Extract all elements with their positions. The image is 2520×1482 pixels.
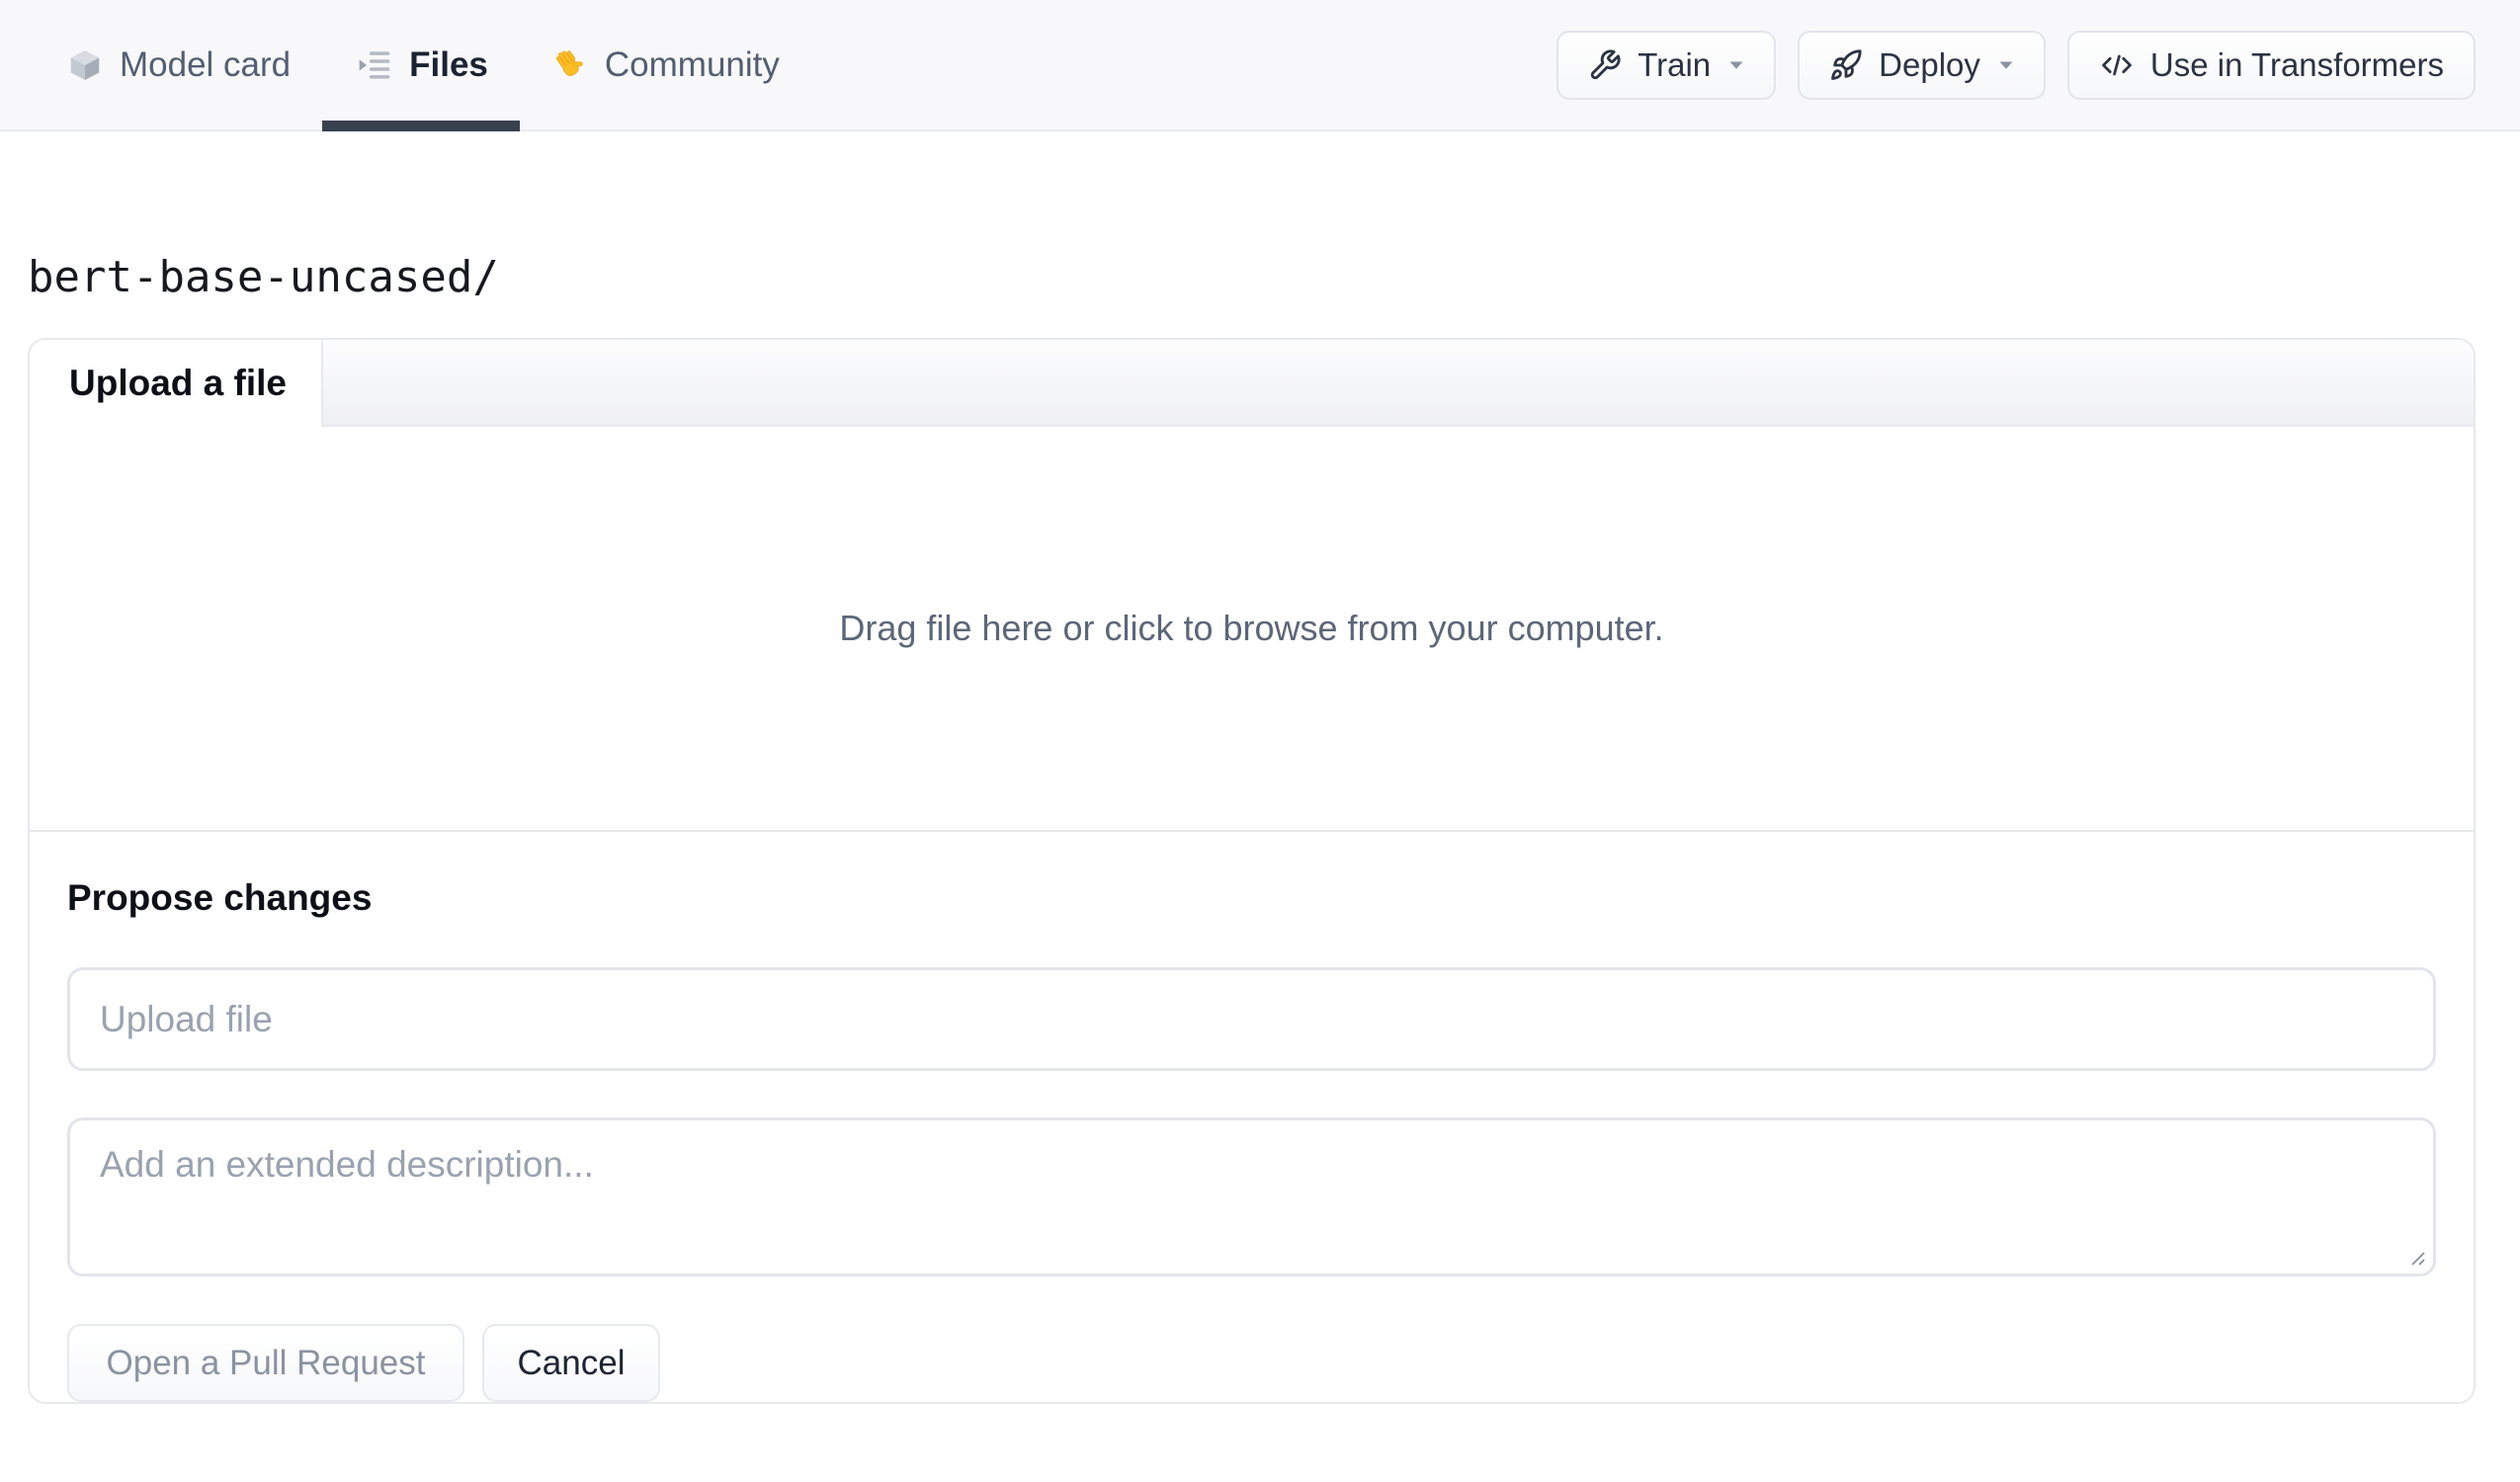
file-versions-icon (354, 45, 393, 85)
cancel-button[interactable]: Cancel (482, 1324, 660, 1402)
upload-file-input[interactable] (67, 967, 2436, 1071)
tab-upload-a-file[interactable]: Upload a file (30, 340, 323, 427)
propose-actions-row: Open a Pull Request Cancel (67, 1324, 2436, 1402)
tab-files[interactable]: Files (322, 0, 520, 131)
active-tab-underline (322, 121, 520, 131)
rocket-icon (1829, 48, 1863, 82)
waving-hand-icon (551, 46, 589, 84)
caret-down-icon (1998, 60, 2014, 70)
description-field-wrap (67, 1117, 2436, 1276)
tab-community-label: Community (604, 44, 780, 84)
cancel-label: Cancel (517, 1343, 626, 1382)
tab-files-label: Files (409, 44, 488, 84)
repo-nav: Model card Files Community Train Deploy … (0, 0, 2520, 131)
code-icon (2099, 47, 2135, 83)
deploy-button-label: Deploy (1879, 45, 1980, 83)
cube-icon (66, 46, 104, 84)
tabbar-filler (323, 340, 2474, 427)
wrench-icon (1588, 48, 1622, 82)
train-button-label: Train (1638, 45, 1712, 83)
open-pull-request-button[interactable]: Open a Pull Request (67, 1324, 464, 1402)
tab-community[interactable]: Community (520, 0, 811, 129)
file-dropzone[interactable]: Drag file here or click to browse from y… (30, 427, 2474, 832)
propose-changes-heading: Propose changes (67, 877, 373, 918)
extended-description-textarea[interactable] (67, 1117, 2436, 1276)
breadcrumb[interactable]: bert-base-uncased/ (28, 248, 2520, 307)
use-in-transformers-label: Use in Transformers (2149, 45, 2444, 83)
dropzone-hint-text: Drag file here or click to browse from y… (839, 608, 1664, 648)
open-pull-request-label: Open a Pull Request (106, 1343, 426, 1382)
use-in-transformers-button[interactable]: Use in Transformers (2066, 30, 2476, 100)
propose-changes-section: Propose changes Open a Pull Request Canc… (30, 876, 2474, 1402)
caret-down-icon (1728, 60, 1744, 70)
tab-model-card-label: Model card (120, 44, 292, 84)
upload-panel-tabbar: Upload a file (30, 340, 2474, 427)
train-button[interactable]: Train (1556, 30, 1777, 100)
tab-model-card[interactable]: Model card (35, 0, 322, 129)
deploy-button[interactable]: Deploy (1798, 30, 2046, 100)
upload-panel: Upload a file Drag file here or click to… (28, 338, 2476, 1404)
repo-action-buttons: Train Deploy Use in Transformers (1556, 0, 2476, 129)
